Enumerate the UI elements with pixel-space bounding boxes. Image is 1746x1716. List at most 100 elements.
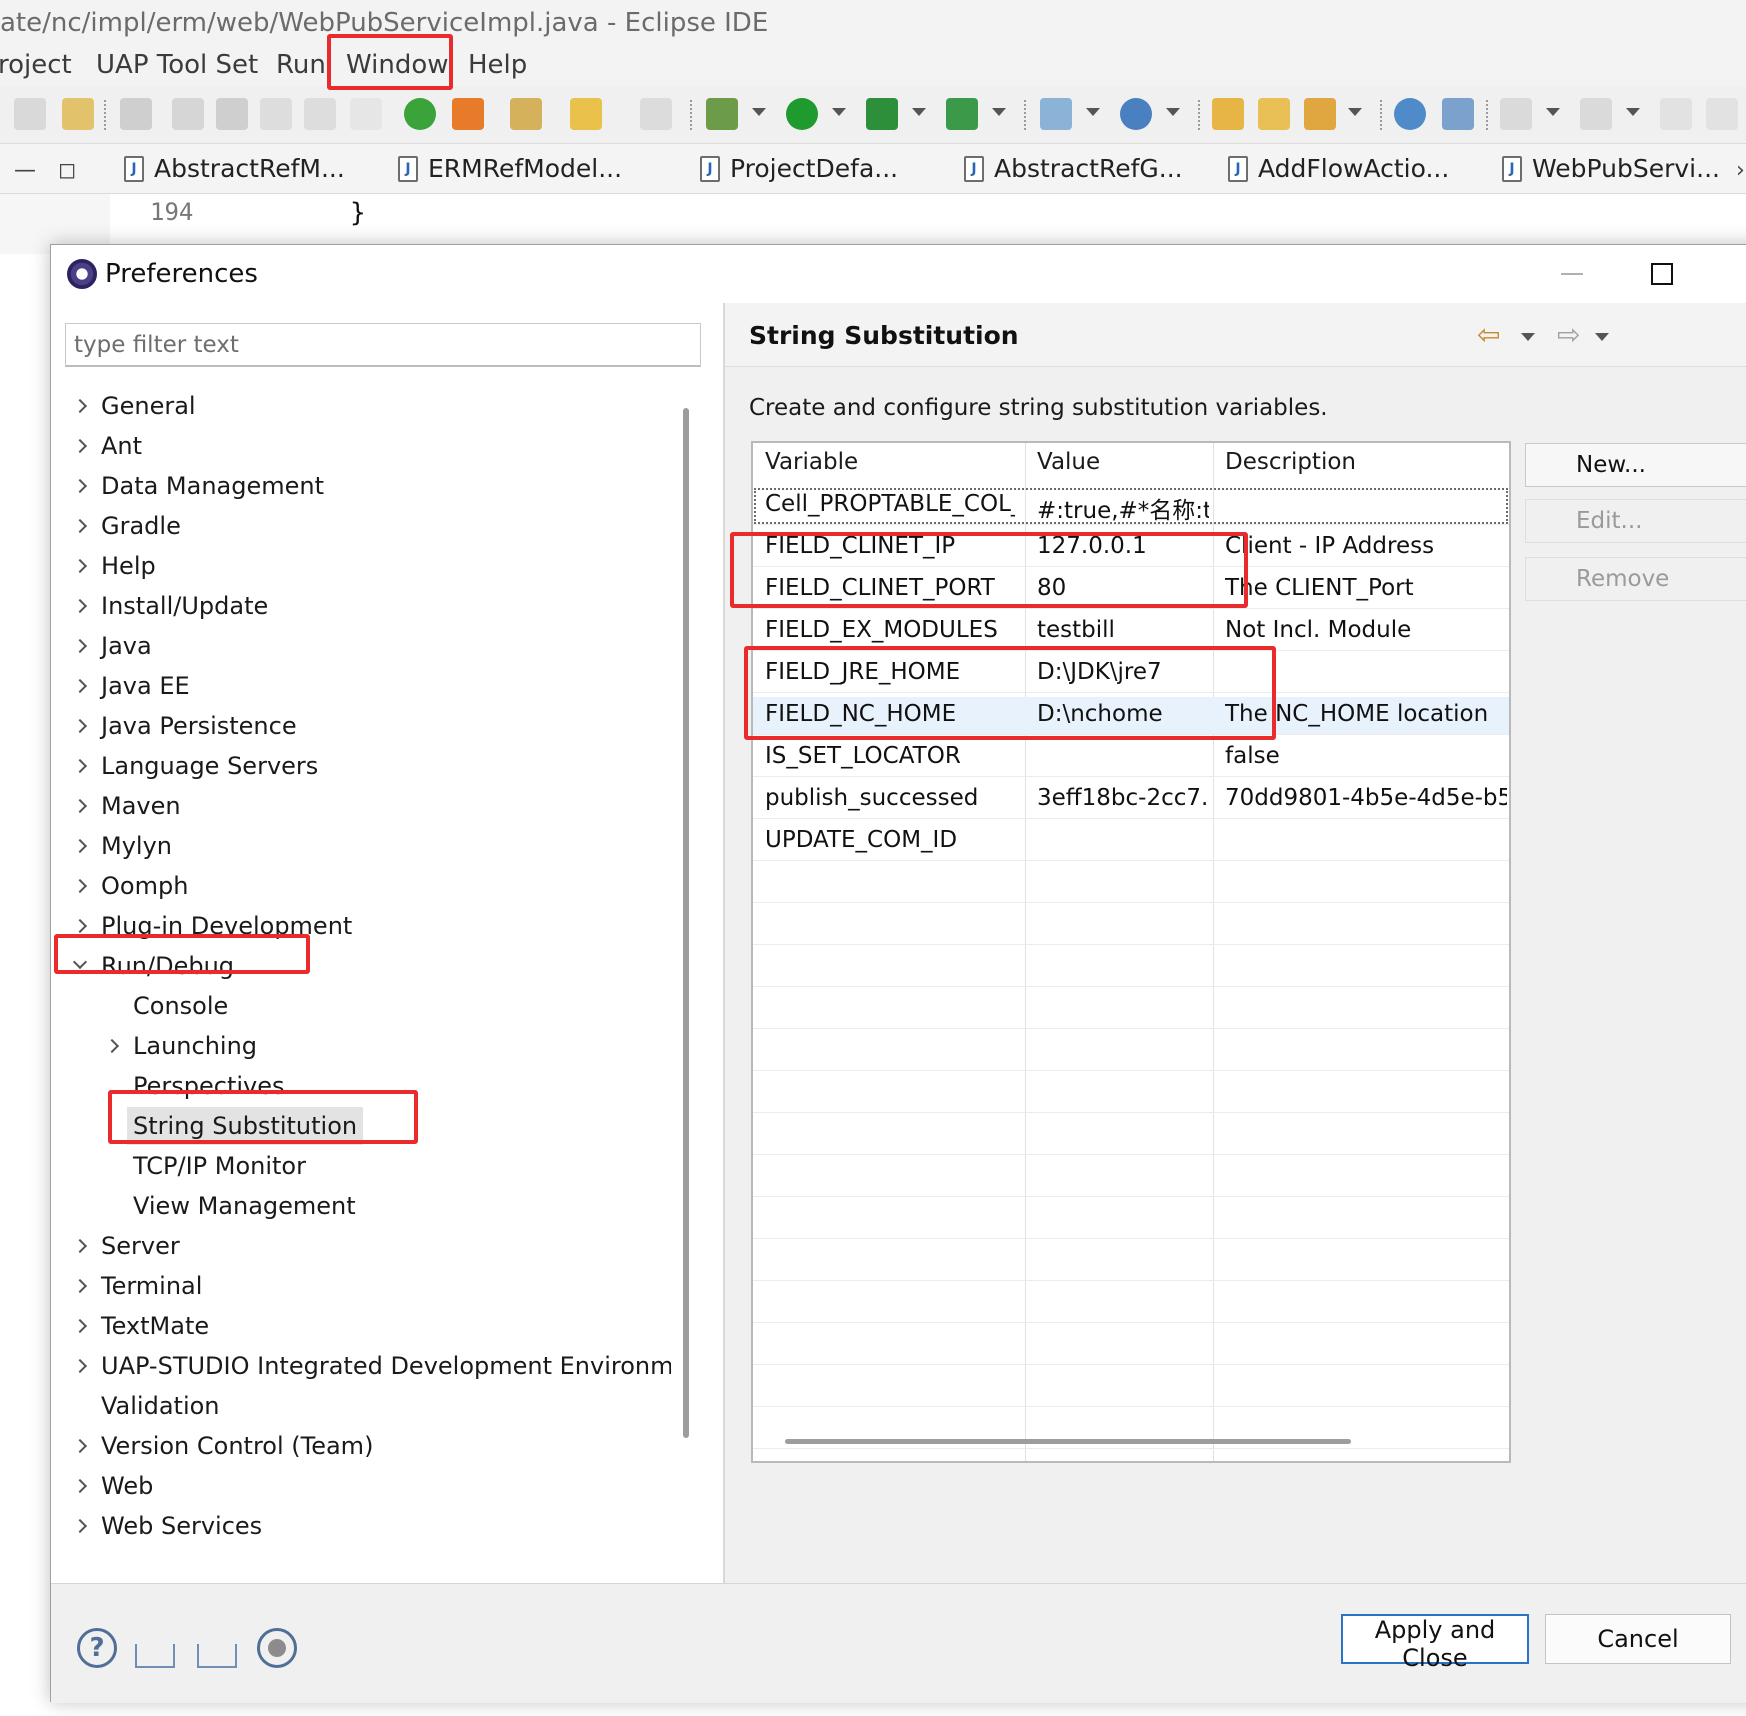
run-last-icon[interactable] <box>404 98 436 130</box>
chevron-down-icon[interactable] <box>752 108 766 116</box>
tree-item[interactable]: Mylyn <box>51 827 671 865</box>
tree-item[interactable]: Version Control (Team) <box>51 1427 671 1465</box>
tree-item[interactable]: Gradle <box>51 507 671 545</box>
table-row[interactable]: IS_SET_LOCATOR false <box>753 739 1509 777</box>
minimize-icon[interactable] <box>1561 273 1583 275</box>
chevron-right-icon[interactable] <box>72 478 88 494</box>
tree-item[interactable]: Install/Update <box>51 587 671 625</box>
chevron-right-icon[interactable] <box>72 678 88 694</box>
tree-item[interactable]: Plug-in Development <box>51 907 671 945</box>
table-row[interactable] <box>753 1201 1509 1239</box>
toggle-mark-occurrences-icon[interactable] <box>14 98 46 130</box>
tree-item[interactable]: Java <box>51 627 671 665</box>
variables-table[interactable]: Variable Value Description Cell_PROPTABL… <box>751 441 1511 1463</box>
table-horizontal-scrollbar[interactable] <box>785 1439 1351 1444</box>
filter-input[interactable] <box>65 323 701 367</box>
next-annotation-icon[interactable] <box>1500 98 1532 130</box>
forward-arrow-icon[interactable]: ⇨ <box>1557 321 1580 349</box>
tree-item[interactable]: TCP/IP Monitor <box>51 1147 671 1185</box>
tree-item[interactable]: Web Services <box>51 1507 671 1544</box>
table-row[interactable]: FIELD_NC_HOME D:\nchome The NC_HOME locati… <box>753 697 1509 735</box>
chevron-right-icon[interactable] <box>72 718 88 734</box>
tree-item[interactable]: Launching <box>51 1027 671 1065</box>
editor-tab[interactable]: J AbstractRefM... <box>124 154 345 183</box>
chevron-right-icon[interactable] <box>72 1518 88 1534</box>
chevron-right-icon[interactable] <box>72 1238 88 1254</box>
table-row[interactable] <box>753 907 1509 945</box>
maximize-icon[interactable]: ◻ <box>58 158 76 183</box>
coverage-run-icon[interactable] <box>866 98 898 130</box>
chevron-right-icon[interactable] <box>72 1478 88 1494</box>
search-icon[interactable] <box>510 98 542 130</box>
web-browser-icon[interactable] <box>1394 98 1426 130</box>
import-icon[interactable] <box>135 1644 175 1668</box>
chevron-right-icon[interactable] <box>72 558 88 574</box>
table-row[interactable]: FIELD_CLINET_IP 127.0.0.1 Client - IP Addr… <box>753 529 1509 567</box>
word-wrap-icon[interactable] <box>304 98 336 130</box>
column-header-value[interactable]: Value <box>1037 449 1100 475</box>
editor-tab-active[interactable]: J WebPubServi... <box>1502 154 1720 183</box>
table-row[interactable]: FIELD_EX_MODULES testbill Not Incl. Module <box>753 613 1509 651</box>
chevron-right-icon[interactable] <box>72 598 88 614</box>
tree-item[interactable]: Console <box>51 987 671 1025</box>
tree-item[interactable]: TextMate <box>51 1307 671 1345</box>
chevron-down-icon[interactable] <box>992 108 1006 116</box>
debug-icon[interactable] <box>706 98 738 130</box>
export-icon[interactable] <box>197 1644 237 1668</box>
table-row[interactable] <box>753 1453 1509 1461</box>
table-row[interactable]: FIELD_CLINET_PORT 80 The CLIENT_Port <box>753 571 1509 609</box>
navigate-icon[interactable] <box>216 98 248 130</box>
back-icon[interactable] <box>1660 98 1692 130</box>
table-row[interactable] <box>753 949 1509 987</box>
previous-annotation-icon[interactable] <box>1580 98 1612 130</box>
menu-project[interactable]: roject <box>0 50 78 80</box>
open-task-icon[interactable] <box>1304 98 1336 130</box>
eraser-icon[interactable] <box>640 98 672 130</box>
block-selection-icon[interactable] <box>260 98 292 130</box>
maximize-icon[interactable] <box>1651 263 1673 285</box>
edit-icon[interactable] <box>172 98 204 130</box>
chevron-down-icon[interactable] <box>1626 108 1640 116</box>
tree-item[interactable]: Perspectives <box>51 1067 671 1105</box>
help-icon[interactable]: ? <box>77 1628 117 1668</box>
editor-tab[interactable]: J AddFlowActio... <box>1228 154 1449 183</box>
tree-item[interactable]: String Substitution <box>51 1107 671 1145</box>
pin-editor-icon[interactable] <box>120 98 152 130</box>
table-row[interactable] <box>753 1033 1509 1071</box>
new-java-project-icon[interactable] <box>1040 98 1072 130</box>
chevron-right-icon[interactable] <box>72 878 88 894</box>
menu-uap-tool-set[interactable]: UAP Tool Set <box>90 50 264 80</box>
tree-item[interactable]: Validation <box>51 1387 671 1425</box>
chevron-right-icon[interactable] <box>72 398 88 414</box>
forward-icon[interactable] <box>1706 98 1738 130</box>
chevron-right-icon[interactable] <box>104 1038 120 1054</box>
menu-window[interactable]: Window <box>340 50 455 80</box>
open-type-icon[interactable] <box>1212 98 1244 130</box>
chevron-down-icon[interactable] <box>1166 108 1180 116</box>
show-whitespace-icon[interactable] <box>350 98 382 130</box>
new-button[interactable]: New... <box>1525 443 1746 487</box>
chevron-right-icon[interactable] <box>72 838 88 854</box>
chevron-right-icon[interactable] <box>72 758 88 774</box>
edit-button[interactable]: Edit... <box>1525 499 1746 543</box>
apply-and-close-button[interactable]: Apply and Close <box>1341 1614 1529 1672</box>
table-row[interactable]: Cell_PROPTABLE_COL_... #:true,#*名称:t... <box>753 487 1509 525</box>
table-row[interactable]: UPDATE_COM_ID <box>753 823 1509 861</box>
table-row[interactable] <box>753 865 1509 903</box>
chevron-right-icon[interactable] <box>72 638 88 654</box>
chevron-down-icon[interactable] <box>1348 108 1362 116</box>
table-row[interactable] <box>753 1327 1509 1365</box>
chevron-down-icon[interactable] <box>1595 333 1609 341</box>
table-row[interactable] <box>753 1285 1509 1323</box>
tree-item[interactable]: Language Servers <box>51 747 671 785</box>
chevron-right-icon[interactable] <box>72 1278 88 1294</box>
external-tools-icon[interactable] <box>946 98 978 130</box>
table-row[interactable]: publish_successed 3eff18bc-2cc7... 70dd980… <box>753 781 1509 819</box>
tree-vertical-scrollbar[interactable] <box>683 408 689 1438</box>
record-icon[interactable] <box>257 1628 297 1668</box>
toggle-breadcrumb-icon[interactable] <box>62 98 94 130</box>
table-row[interactable]: FIELD_JRE_HOME D:\JDK\jre7 <box>753 655 1509 693</box>
tree-item[interactable]: Server <box>51 1227 671 1265</box>
chevron-down-icon[interactable] <box>1546 108 1560 116</box>
tree-item[interactable]: Maven <box>51 787 671 825</box>
